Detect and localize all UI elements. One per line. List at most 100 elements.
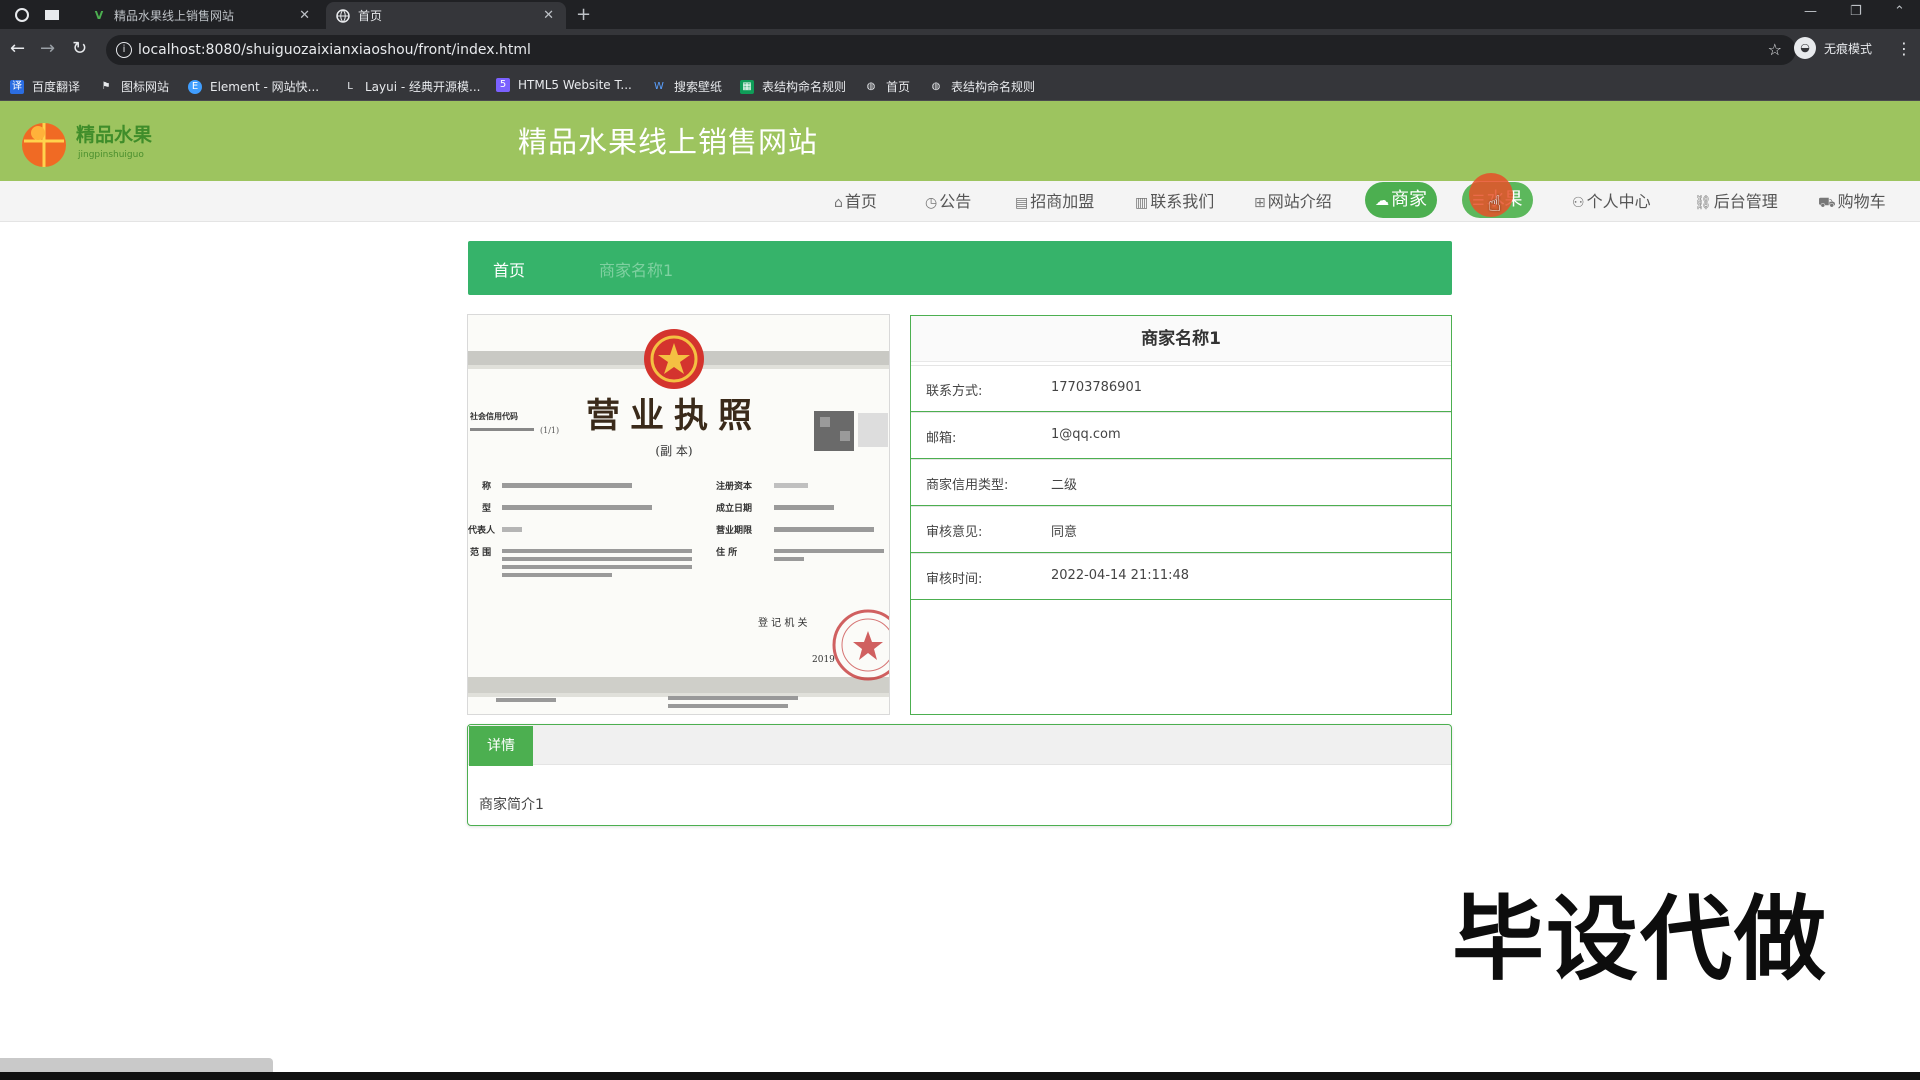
browser-toolbar: ← → ↻ i localhost:8080/shuiguozaixianxia… [0,29,1920,71]
cart-icon: ⛟ [1818,195,1836,211]
nav-item-notice[interactable]: ◷ 公告 [925,181,971,222]
url-text[interactable]: localhost:8080/shuiguozaixianxiaoshou/fr… [138,42,531,58]
join-icon: ▤ [1015,195,1029,211]
info-label: 邮箱: [926,431,957,446]
minimize-icon[interactable]: — [1804,4,1817,19]
element-icon: E [188,79,202,94]
breadcrumb-home[interactable]: 首页 [493,257,525,281]
html5-icon: 5 [496,78,510,92]
bookmark-item[interactable]: L Layui - 经典开源模... [343,78,480,95]
business-license-image: 营业执照 (副 本) 社会信用代码 (1/1) 称 型 代表人 范 围 注册资本… [467,314,890,715]
close-icon[interactable]: ✕ [543,8,554,23]
back-arrow-icon[interactable]: ← [10,39,25,59]
forward-arrow-icon[interactable]: → [40,39,55,59]
chevron-up-icon[interactable]: ⌃ [1894,4,1905,19]
restore-icon[interactable]: ❐ [1850,4,1862,19]
info-label: 联系方式: [926,384,983,399]
info-row-review-time: 审核时间: 2022-04-14 21:11:48 [911,553,1451,600]
tab-title: 首页 [358,9,383,23]
nav-item-home[interactable]: ⌂ 首页 [834,181,877,222]
store-icon: ☁ [1375,193,1389,209]
bookmark-item[interactable]: ▦ 表结构命名规则 [740,78,846,95]
credit-code-label: 社会信用代码 [469,411,518,421]
intro-icon: ⊞ [1254,195,1266,211]
bookmark-item[interactable]: W 搜索壁纸 [652,78,722,95]
star-icon[interactable]: ☆ [1768,40,1782,59]
bookmark-item[interactable]: ◍ 表结构命名规则 [929,78,1035,95]
license-year: 2019 [812,655,835,665]
globe-icon [336,8,350,23]
wallpaper-icon: W [654,80,664,92]
contact-icon: ▥ [1135,195,1149,211]
info-icon[interactable]: i [116,42,132,58]
notice-icon: ◷ [925,195,938,211]
site-header: 精品水果 jingpinshuiguo 精品水果线上销售网站 [0,101,1920,181]
license-title: 营业执照 [586,396,762,436]
info-row-contact: 联系方式: 17703786901 [911,365,1451,412]
info-label: 审核时间: [926,572,983,587]
link-icon: ⛓ [1694,195,1712,211]
globe-icon: ◍ [931,80,941,92]
info-label: 审核意见: [926,525,983,540]
browser-logo-icon[interactable] [14,7,30,22]
license-label-left: 型 [482,502,491,514]
license-subtitle: (副 本) [655,444,692,458]
more-menu-icon[interactable]: ⋮ [1896,39,1912,58]
sheet-icon: ▦ [740,79,754,94]
info-value: 1@qq.com [1051,427,1121,442]
incognito-indicator[interactable]: ◒ 无痕模式 [1794,37,1872,59]
incognito-icon: ◒ [1794,37,1816,59]
info-row-credit-type: 商家信用类型: 二级 [911,459,1451,506]
info-value: 二级 [1051,478,1078,493]
incognito-label: 无痕模式 [1824,41,1873,56]
tab-inactive[interactable]: V 精品水果线上销售网站 ✕ [82,2,322,29]
translate-icon: 译 [10,79,24,94]
license-label-left: 范 围 [470,546,491,558]
bookmark-item[interactable]: 译 百度翻译 [10,78,80,95]
reload-icon[interactable]: ↻ [72,39,87,59]
tab-active[interactable]: 首页 ✕ [326,2,566,29]
info-label: 商家信用类型: [926,478,1009,493]
info-value: 17703786901 [1051,380,1142,395]
close-icon[interactable]: ✕ [299,8,310,23]
breadcrumb-current: 商家名称1 [599,261,674,280]
license-authority: 登 记 机 关 [758,616,808,629]
bookmark-item[interactable]: 5 HTML5 Website T... [496,78,632,92]
nav-item-cart[interactable]: ⛟ 购物车 [1818,181,1886,222]
watermark-text: 毕设代做 [1450,884,1829,995]
license-label-right: 注册资本 [716,480,753,492]
bookmark-item[interactable]: ◍ 首页 [864,78,910,95]
nav-item-intro[interactable]: ⊞ 网站介绍 [1254,181,1332,222]
nav-item-contact[interactable]: ▥ 联系我们 [1135,181,1214,222]
license-page: (1/1) [540,426,559,435]
layui-icon: L [347,80,353,92]
nav-item-join[interactable]: ▤ 招商加盟 [1015,181,1094,222]
tab-title: 精品水果线上销售网站 [114,9,235,23]
address-bar[interactable]: i localhost:8080/shuiguozaixianxiaoshou/… [106,35,1796,65]
new-tab-button[interactable]: + [576,4,591,25]
tab-details[interactable]: 详情 [469,726,533,766]
flag-icon: ⚑ [101,80,111,92]
license-label-right: 住 所 [716,546,737,558]
nav-item-merchant[interactable]: ☁ 商家 [1365,182,1437,218]
info-row-email: 邮箱: 1@qq.com [911,412,1451,459]
vue-icon: V [94,8,104,22]
license-label-left: 代表人 [468,524,496,536]
info-value: 2022-04-14 21:11:48 [1051,568,1190,583]
license-label-left: 称 [482,480,491,492]
globe-icon: ◍ [866,80,876,92]
bottom-strip [0,1072,1920,1080]
info-value: 同意 [1051,525,1078,540]
merchant-info-panel: 商家名称1 联系方式: 17703786901 邮箱: 1@qq.com 商家信… [910,315,1452,715]
home-icon: ⌂ [834,195,843,211]
window-menu-icon[interactable] [44,7,60,21]
main-nav: ⌂首页 ◷公告 ▤招商加盟 ▥联系我们 ⊞网站介绍 ☁商家 ☰水果 ⚇个人中心 … [0,181,1920,222]
user-icon: ⚇ [1572,195,1585,211]
nav-item-admin[interactable]: ⛓ 后台管理 [1694,181,1778,222]
bookmark-item[interactable]: E Element - 网站快... [188,78,319,95]
details-tab-bar [468,725,1451,765]
nav-item-user-center[interactable]: ⚇ 个人中心 [1572,181,1651,222]
browser-tabstrip: V 精品水果线上销售网站 ✕ 首页 ✕ + — ❐ ⌃ [0,0,1920,29]
breadcrumb: 首页 商家名称1 [468,241,1452,295]
bookmark-item[interactable]: ⚑ 图标网站 [99,78,170,95]
